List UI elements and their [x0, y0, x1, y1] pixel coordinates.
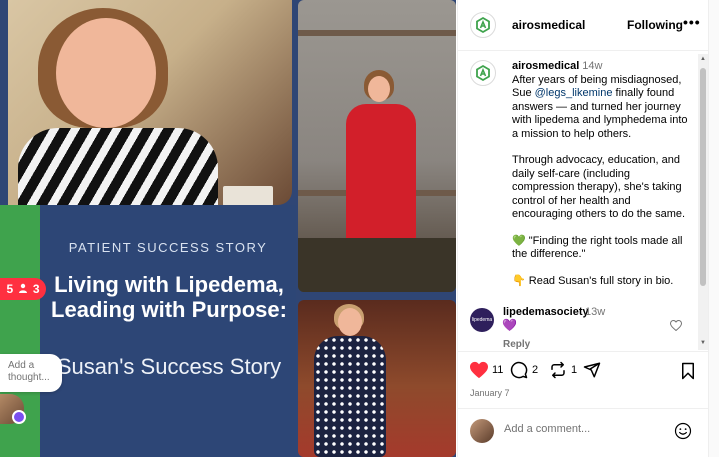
photo-susan-selfie — [8, 0, 292, 205]
scroll-up-icon[interactable]: ▲ — [700, 56, 706, 62]
story-subtitle: Susan's Success Story — [56, 354, 282, 379]
story-eyebrow: PATIENT SUCCESS STORY — [68, 240, 268, 255]
emoji-icon[interactable] — [674, 422, 692, 445]
note-badge-icon — [12, 410, 26, 424]
caption-username[interactable]: airosmedical — [512, 60, 579, 72]
add-thought-note[interactable]: Add a thought... — [0, 354, 62, 392]
action-bar: 11 2 1 January 7 — [458, 351, 708, 407]
more-horizontal-icon[interactable]: ••• — [683, 14, 701, 30]
save-button[interactable] — [680, 362, 696, 380]
photo-polka-dress — [298, 300, 456, 457]
caption-time: 14w — [582, 60, 603, 72]
send-icon — [583, 361, 601, 379]
comment-icon — [510, 361, 528, 379]
repost-count: 1 — [571, 364, 578, 376]
comment-username[interactable]: lipedemasociety — [503, 306, 589, 318]
like-button[interactable]: 11 — [469, 361, 503, 379]
caption-quote: 💚 "Finding the right tools made all the … — [512, 234, 683, 261]
page-scrollbar[interactable] — [708, 0, 719, 457]
caption-cta: 👇 Read Susan's full story in bio. — [512, 274, 674, 287]
post-caption: airosmedical 14w After years of being mis… — [470, 60, 696, 288]
comments-scrollbar[interactable]: ▲ ▼ — [698, 54, 708, 350]
repost-icon — [549, 361, 567, 379]
comment-count: 2 — [532, 364, 539, 376]
share-button[interactable] — [583, 361, 601, 379]
notification-pill[interactable]: 5 3 — [0, 278, 46, 300]
like-count: 11 — [492, 364, 504, 376]
follower-icon — [18, 282, 28, 296]
heart-icon — [469, 361, 489, 379]
comment-like-icon[interactable] — [669, 319, 683, 334]
comment-input[interactable] — [504, 423, 654, 435]
comment-button[interactable]: 2 — [510, 361, 538, 379]
repost-button[interactable]: 1 — [549, 361, 577, 379]
mention-link[interactable]: @legs_likemine — [535, 87, 613, 99]
current-user-avatar — [470, 419, 494, 443]
post-sidebar: airosmedical Following ••• airosmedical 1… — [457, 0, 719, 457]
comment-text: 💜 — [502, 318, 517, 332]
story-title: Living with Lipedema, Leading with Purpo… — [51, 272, 287, 322]
following-button[interactable]: Following — [627, 18, 683, 32]
scroll-thumb[interactable] — [700, 68, 706, 286]
photo-red-dress — [298, 0, 456, 292]
airos-logo-icon[interactable] — [470, 12, 496, 38]
comment-avatar[interactable]: lipedema — [470, 308, 494, 332]
caption-avatar[interactable] — [470, 60, 496, 86]
notification-count: 5 — [6, 282, 14, 296]
comments-list: airosmedical 14w After years of being mis… — [458, 52, 696, 350]
header-username[interactable]: airosmedical — [512, 18, 585, 32]
bookmark-icon — [680, 362, 696, 380]
add-comment-bar — [458, 408, 708, 457]
caption-text: airosmedical 14w After years of being mis… — [512, 60, 690, 288]
scroll-down-icon[interactable]: ▼ — [700, 340, 706, 346]
reply-button[interactable]: Reply — [503, 339, 530, 350]
post-date[interactable]: January 7 — [470, 388, 510, 398]
follower-count: 3 — [32, 282, 40, 296]
post-image[interactable]: PATIENT SUCCESS STORY Living with Lipede… — [0, 0, 456, 457]
comment-time: 13w — [585, 306, 606, 318]
caption-paragraph-2: Through advocacy, education, and daily s… — [512, 154, 686, 220]
